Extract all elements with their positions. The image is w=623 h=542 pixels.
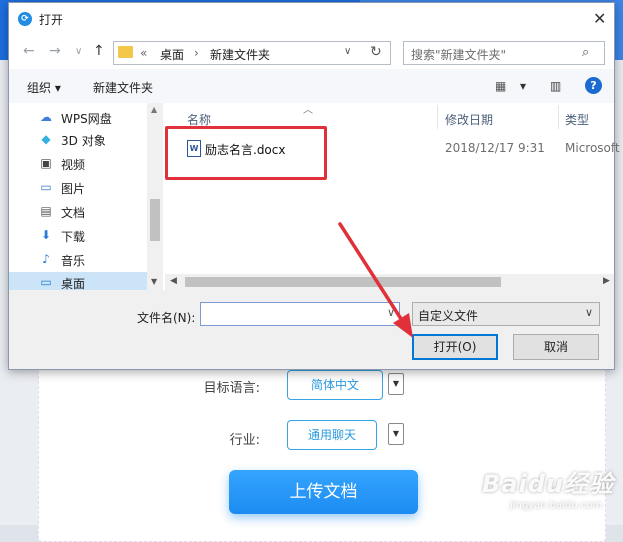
film-icon: ▣ bbox=[40, 156, 52, 170]
scroll-left-icon[interactable]: ◀ bbox=[170, 276, 177, 286]
baidu-jingyan-watermark: Baidu经验 jingyan.baidu.com bbox=[470, 458, 620, 522]
sidebar-item-label: 音乐 bbox=[61, 254, 86, 268]
music-note-icon: ♪ bbox=[42, 252, 50, 266]
search-icon[interactable]: ⌕ bbox=[582, 45, 589, 60]
cube-icon: ◆ bbox=[41, 132, 51, 146]
sidebar-item-music[interactable]: ♪ 音乐 bbox=[39, 249, 159, 271]
search-input[interactable]: 搜索"新建文件夹" ⌕ bbox=[403, 41, 605, 65]
file-type-filter-value: 自定义文件 bbox=[418, 309, 479, 323]
industry-label: 行业: bbox=[229, 433, 260, 448]
highlight-box bbox=[165, 126, 327, 180]
file-type: Microsoft bbox=[565, 141, 620, 155]
app-logo-icon: ⟳ bbox=[18, 12, 32, 26]
horizontal-scroll-thumb[interactable] bbox=[185, 277, 501, 287]
filename-label: 文件名(N): bbox=[137, 311, 196, 325]
watermark-main-text: Baidu经验 bbox=[482, 470, 614, 498]
sidebar-scrollbar[interactable]: ▲ ▼ bbox=[147, 103, 163, 290]
target-language-select[interactable]: 简体中文 bbox=[287, 370, 383, 400]
download-arrow-icon: ⬇ bbox=[40, 228, 52, 242]
forward-arrow-icon[interactable]: → bbox=[49, 43, 61, 59]
cancel-button[interactable]: 取消 bbox=[513, 334, 599, 360]
sidebar-item-documents[interactable]: ▤ 文档 bbox=[39, 201, 159, 223]
scroll-right-icon[interactable]: ▶ bbox=[603, 276, 610, 286]
upload-document-button[interactable]: 上传文档 bbox=[229, 470, 418, 514]
search-placeholder: 搜索"新建文件夹" bbox=[411, 48, 507, 62]
navigation-pane: ☁ WPS网盘 ◆ 3D 对象 ▣ 视频 ▭ 图片 ▤ 文档 ⬇ 下载 ♪ 音乐… bbox=[9, 103, 163, 294]
cloud-icon: ☁ bbox=[40, 110, 52, 124]
column-header-date[interactable]: 修改日期 bbox=[445, 111, 493, 128]
new-folder-button[interactable]: 新建文件夹 bbox=[93, 79, 153, 96]
dialog-title: 打开 bbox=[39, 13, 64, 27]
preview-pane-icon[interactable]: ▥ bbox=[550, 79, 561, 93]
sidebar-item-wps-cloud[interactable]: ☁ WPS网盘 bbox=[39, 107, 159, 129]
back-arrow-icon[interactable]: ← bbox=[23, 43, 35, 59]
file-list-horizontal-scrollbar[interactable]: ◀ ▶ bbox=[165, 274, 614, 290]
file-type-filter-select[interactable]: 自定义文件 ∨ bbox=[412, 302, 600, 326]
industry-dropdown-icon[interactable]: ▼ bbox=[388, 423, 404, 445]
desktop-icon: ▭ bbox=[40, 275, 52, 289]
filter-dropdown-icon[interactable]: ∨ bbox=[585, 306, 593, 319]
target-language-label: 目标语言: bbox=[203, 381, 260, 396]
file-modified-date: 2018/12/17 9:31 bbox=[445, 141, 545, 155]
sort-ascending-icon: ︿ bbox=[303, 105, 313, 116]
industry-select[interactable]: 通用聊天 bbox=[287, 420, 377, 450]
refresh-icon[interactable]: ↻ bbox=[370, 44, 382, 60]
breadcrumb-desktop[interactable]: 桌面 bbox=[160, 46, 184, 63]
scroll-up-icon[interactable]: ▲ bbox=[151, 105, 157, 114]
help-icon[interactable]: ? bbox=[585, 77, 602, 94]
breadcrumb-overflow[interactable]: « bbox=[140, 46, 147, 60]
sidebar-item-label: 下载 bbox=[61, 230, 86, 244]
watermark-sub-text: jingyan.baidu.com bbox=[510, 500, 603, 511]
sidebar-item-label: WPS网盘 bbox=[61, 112, 112, 126]
column-divider[interactable] bbox=[558, 105, 559, 129]
breadcrumb-new-folder[interactable]: 新建文件夹 bbox=[210, 46, 270, 63]
filename-input[interactable]: ∨ bbox=[200, 302, 400, 326]
sidebar-item-label: 图片 bbox=[61, 182, 86, 196]
dialog-titlebar: ⟳ 打开 ✕ bbox=[9, 3, 614, 35]
open-button[interactable]: 打开(O) bbox=[412, 334, 498, 360]
sidebar-item-pictures[interactable]: ▭ 图片 bbox=[39, 177, 159, 199]
sidebar-item-3d-objects[interactable]: ◆ 3D 对象 bbox=[39, 129, 159, 151]
sidebar-item-label: 文档 bbox=[61, 206, 86, 220]
organize-menu-button[interactable]: 组织 ▾ bbox=[27, 79, 61, 96]
folder-icon bbox=[118, 46, 133, 58]
column-header-type[interactable]: 类型 bbox=[565, 111, 589, 128]
scroll-down-icon[interactable]: ▼ bbox=[151, 277, 157, 286]
filename-dropdown-icon[interactable]: ∨ bbox=[387, 306, 395, 319]
view-dropdown-icon[interactable]: ▾ bbox=[520, 79, 526, 93]
column-divider[interactable] bbox=[437, 105, 438, 129]
sidebar-item-label: 视频 bbox=[61, 158, 86, 172]
sidebar-item-downloads[interactable]: ⬇ 下载 bbox=[39, 225, 159, 247]
document-icon: ▤ bbox=[40, 204, 52, 218]
address-bar[interactable]: « 桌面 › 新建文件夹 ∨ ↻ bbox=[113, 41, 391, 65]
command-toolbar: 组织 ▾ 新建文件夹 ▦ ▾ ▥ ? bbox=[9, 69, 614, 103]
sidebar-item-label: 3D 对象 bbox=[61, 134, 106, 148]
open-file-dialog: ⟳ 打开 ✕ ← → ∨ ↑ « 桌面 › 新建文件夹 ∨ ↻ 搜索"新建文件夹… bbox=[8, 2, 620, 370]
sidebar-item-videos[interactable]: ▣ 视频 bbox=[39, 153, 159, 175]
address-dropdown-icon[interactable]: ∨ bbox=[344, 46, 351, 57]
close-icon[interactable]: ✕ bbox=[593, 9, 606, 28]
recent-locations-chevron-icon[interactable]: ∨ bbox=[75, 46, 82, 57]
navigation-bar: ← → ∨ ↑ « 桌面 › 新建文件夹 ∨ ↻ 搜索"新建文件夹" ⌕ bbox=[9, 35, 614, 69]
breadcrumb-separator[interactable]: › bbox=[194, 46, 199, 60]
view-options-icon[interactable]: ▦ bbox=[495, 79, 506, 93]
target-language-dropdown-icon[interactable]: ▼ bbox=[388, 373, 404, 395]
dialog-footer: 文件名(N): ∨ 自定义文件 ∨ 打开(O) 取消 bbox=[9, 290, 614, 369]
picture-icon: ▭ bbox=[40, 180, 52, 194]
sidebar-scroll-thumb[interactable] bbox=[150, 199, 160, 241]
up-folder-arrow-icon[interactable]: ↑ bbox=[93, 43, 105, 59]
